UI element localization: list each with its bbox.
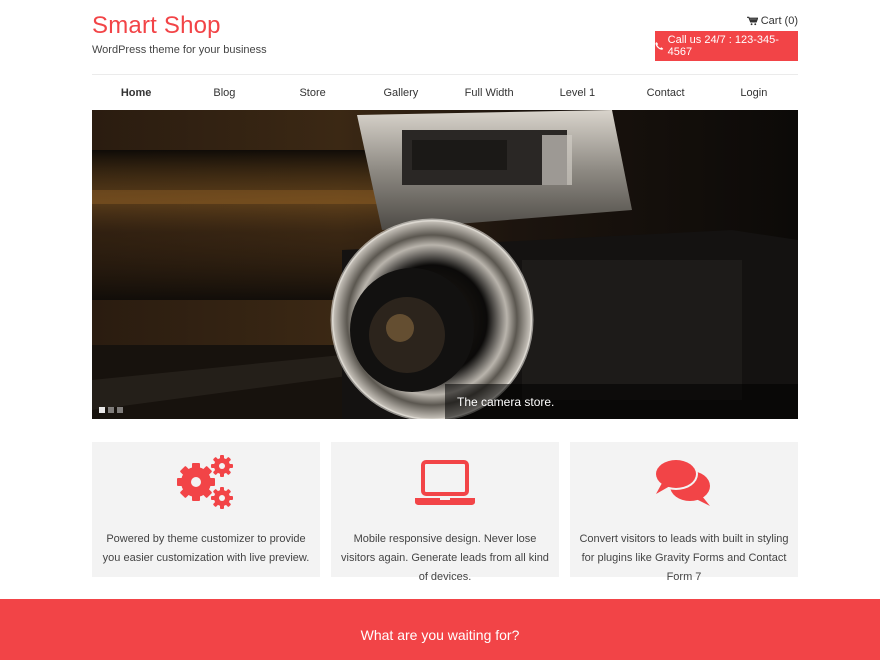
feature-text: Convert visitors to leads with built in … xyxy=(579,533,789,583)
nav-item-login[interactable]: Login xyxy=(710,75,798,110)
slider-pagination xyxy=(99,407,123,413)
phone-icon xyxy=(655,42,664,50)
feature-box: Mobile responsive design. Never lose vis… xyxy=(331,442,559,583)
nav-item-gallery[interactable]: Gallery xyxy=(357,75,445,110)
slide-dot[interactable] xyxy=(99,407,105,413)
cart-label: Cart (0) xyxy=(760,15,798,27)
feature-text: Powered by theme customizer to provide y… xyxy=(102,533,310,564)
nav-item-full-width[interactable]: Full Width xyxy=(445,75,533,110)
feature-box: Convert visitors to leads with built in … xyxy=(570,442,798,583)
nav-item-contact[interactable]: Contact xyxy=(622,75,710,110)
shopping-cart-icon xyxy=(746,16,758,26)
main-nav: Home Blog Store Gallery Full Width Level… xyxy=(92,74,798,110)
slide-caption: The camera store. xyxy=(445,384,798,419)
cta-heading: What are you waiting for? xyxy=(360,627,520,643)
features-row: Powered by theme customizer to provide y… xyxy=(92,442,798,583)
gears-icon xyxy=(177,455,233,509)
call-us-button[interactable]: Call us 24/7 : 123-345-4567 xyxy=(655,31,798,61)
nav-item-blog[interactable]: Blog xyxy=(180,75,268,110)
feature-box: Powered by theme customizer to provide y… xyxy=(92,442,320,577)
site-title[interactable]: Smart Shop xyxy=(92,12,221,40)
cart-link[interactable]: Cart (0) xyxy=(746,15,798,27)
hero-slider[interactable]: The camera store. xyxy=(92,110,798,419)
comments-icon xyxy=(654,458,710,506)
nav-item-store[interactable]: Store xyxy=(269,75,357,110)
slide-dot[interactable] xyxy=(108,407,114,413)
feature-text: Mobile responsive design. Never lose vis… xyxy=(341,533,549,583)
cta-banner: What are you waiting for? xyxy=(0,599,880,660)
call-label: Call us 24/7 : 123-345-4567 xyxy=(667,34,779,58)
nav-item-level-1[interactable]: Level 1 xyxy=(533,75,621,110)
site-tagline: WordPress theme for your business xyxy=(92,44,267,56)
nav-item-home[interactable]: Home xyxy=(92,75,180,110)
slide-dot[interactable] xyxy=(117,407,123,413)
site-header: Smart Shop WordPress theme for your busi… xyxy=(92,0,798,75)
camera-photo xyxy=(92,110,798,419)
laptop-icon xyxy=(415,460,475,505)
